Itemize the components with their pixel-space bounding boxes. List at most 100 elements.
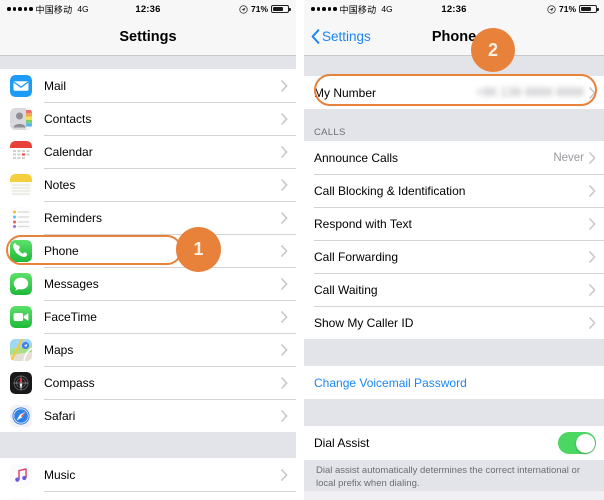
- row-value: Never: [553, 151, 584, 164]
- sidebar-item-mail[interactable]: Mail: [0, 69, 296, 102]
- notes-app-icon: [10, 173, 32, 196]
- maps-app-icon: [10, 338, 32, 361]
- voicemail-group-gap: [304, 399, 604, 426]
- row-call-waiting[interactable]: Call Waiting: [304, 273, 604, 306]
- facetime-app-icon: [10, 305, 32, 328]
- location-arrow-icon: [547, 4, 556, 14]
- chevron-right-icon: [281, 211, 288, 224]
- dial-assist-row[interactable]: Dial Assist: [304, 426, 604, 460]
- chevron-left-icon: [311, 29, 320, 44]
- sidebar-item-messages[interactable]: Messages: [0, 267, 296, 300]
- sidebar-item-label: Safari: [44, 408, 76, 423]
- apps-group-gap: [0, 432, 296, 458]
- chevron-right-icon: [281, 277, 288, 290]
- chevron-right-icon: [281, 244, 288, 257]
- change-voicemail-password-row[interactable]: Change Voicemail Password: [304, 366, 604, 399]
- row-label: Respond with Text: [314, 216, 412, 231]
- voicemail-group: Change Voicemail Password: [304, 366, 604, 399]
- sidebar-item-label: Messages: [44, 276, 99, 291]
- settings-media-group: Music: [0, 458, 296, 500]
- calls-section-header: CALLS: [304, 126, 604, 141]
- compass-app-icon: [10, 371, 32, 394]
- dial-assist-group: Dial Assist: [304, 426, 604, 460]
- status-bar-right-group: 71%: [239, 4, 291, 14]
- chevron-right-icon: [281, 409, 288, 422]
- status-bar-right-group: 71%: [547, 4, 599, 14]
- page-title: Settings: [119, 28, 177, 45]
- sidebar-item-facetime[interactable]: FaceTime: [0, 300, 296, 333]
- chevron-right-icon: [281, 310, 288, 323]
- sidebar-item-contacts[interactable]: Contacts: [0, 102, 296, 135]
- row-respond-with-text[interactable]: Respond with Text: [304, 207, 604, 240]
- chevron-right-icon: [589, 86, 596, 99]
- sidebar-item-label: Compass: [44, 375, 95, 390]
- back-button-label: Settings: [322, 29, 371, 44]
- panel-divider: [296, 0, 304, 500]
- sidebar-item-label: Maps: [44, 342, 74, 357]
- safari-app-icon: [10, 404, 32, 427]
- chevron-right-icon: [589, 250, 596, 263]
- battery-percent-label: 71%: [250, 4, 268, 14]
- dial-assist-toggle[interactable]: [558, 432, 596, 454]
- sidebar-item-calendar[interactable]: Calendar: [0, 135, 296, 168]
- toggle-knob: [575, 433, 595, 453]
- phone-nav-bar: Settings Phone: [304, 18, 604, 56]
- status-bar-right: 中国移动 4G 12:36 71%: [304, 0, 604, 18]
- row-label: Show My Caller ID: [314, 315, 414, 330]
- my-number-group-gap: [304, 109, 604, 126]
- row-call-blocking[interactable]: Call Blocking & Identification: [304, 174, 604, 207]
- location-arrow-icon: [239, 4, 248, 14]
- sidebar-item-reminders[interactable]: Reminders: [0, 201, 296, 234]
- sidebar-item-label: Calendar: [44, 144, 93, 159]
- my-number-group: My Number +86 138 8888 8888: [304, 76, 604, 109]
- settings-apps-group: Mail Contacts Calendar Notes Reminders P…: [0, 69, 296, 432]
- chevron-right-icon: [281, 79, 288, 92]
- sidebar-item-label: Music: [44, 467, 76, 482]
- settings-screen: 中国移动 4G 12:36 71% Settings Mail Contacts…: [0, 0, 296, 500]
- phone-settings-screen: 中国移动 4G 12:36 71% Settings Phone My Numb…: [304, 0, 604, 500]
- dial-assist-label: Dial Assist: [314, 436, 370, 450]
- sidebar-item-safari[interactable]: Safari: [0, 399, 296, 432]
- sidebar-item-label: Mail: [44, 78, 67, 93]
- top-group-gap: [304, 56, 604, 76]
- battery-icon: [271, 4, 291, 14]
- step-badge-2: 2: [471, 28, 515, 72]
- sidebar-item-label: Reminders: [44, 210, 103, 225]
- row-call-forwarding[interactable]: Call Forwarding: [304, 240, 604, 273]
- top-group-gap: [0, 56, 296, 69]
- row-label: Call Waiting: [314, 282, 378, 297]
- my-number-row[interactable]: My Number +86 138 8888 8888: [304, 76, 604, 109]
- music-app-icon: [10, 463, 32, 486]
- sidebar-item-notes[interactable]: Notes: [0, 168, 296, 201]
- row-announce-calls[interactable]: Announce Calls Never: [304, 141, 604, 174]
- chevron-right-icon: [281, 376, 288, 389]
- videos-app-icon: [10, 496, 32, 500]
- sidebar-item-maps[interactable]: Maps: [0, 333, 296, 366]
- my-number-value-redacted: +86 138 8888 8888: [476, 86, 584, 99]
- calls-group: Announce Calls Never Call Blocking & Ide…: [304, 141, 604, 339]
- sidebar-item-music[interactable]: Music: [0, 458, 296, 491]
- calls-group-gap: [304, 339, 604, 366]
- messages-app-icon: [10, 272, 32, 295]
- chevron-right-icon: [589, 184, 596, 197]
- dual-screenshot-container: 中国移动 4G 12:36 71% Settings Mail Contacts…: [0, 0, 604, 500]
- chevron-right-icon: [281, 112, 288, 125]
- chevron-right-icon: [589, 316, 596, 329]
- sidebar-item-label: Phone: [44, 243, 79, 258]
- settings-nav-bar: Settings: [0, 18, 296, 56]
- sidebar-item-partial[interactable]: [0, 491, 296, 500]
- reminders-app-icon: [10, 206, 32, 229]
- sidebar-item-phone[interactable]: Phone: [0, 234, 296, 267]
- chevron-right-icon: [281, 343, 288, 356]
- row-label: Call Blocking & Identification: [314, 183, 466, 198]
- row-show-my-caller-id[interactable]: Show My Caller ID: [304, 306, 604, 339]
- calendar-app-icon: [10, 140, 32, 163]
- change-voicemail-password-label: Change Voicemail Password: [314, 375, 467, 390]
- sidebar-item-compass[interactable]: Compass: [0, 366, 296, 399]
- step-badge-1: 1: [176, 227, 221, 272]
- contacts-app-icon: [10, 107, 32, 130]
- back-button[interactable]: Settings: [304, 29, 371, 44]
- row-label: Call Forwarding: [314, 249, 399, 264]
- row-label: Announce Calls: [314, 150, 399, 165]
- sidebar-item-label: Contacts: [44, 111, 92, 126]
